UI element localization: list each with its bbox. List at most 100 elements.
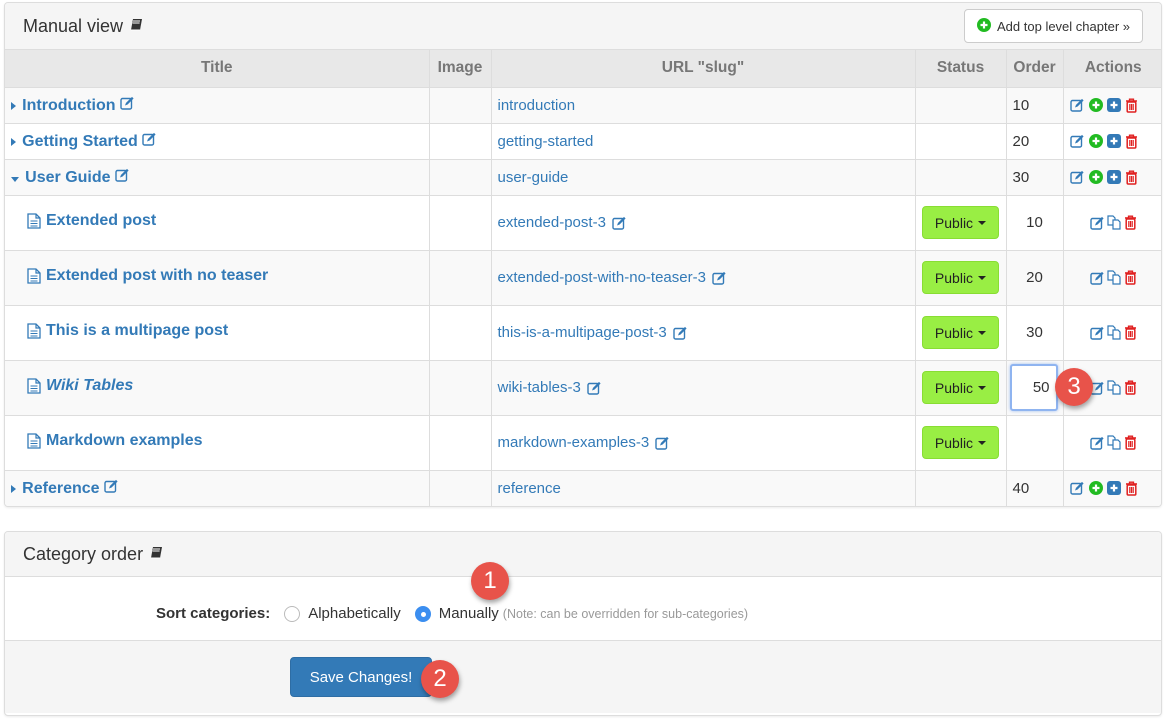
edit-icon[interactable] <box>1090 436 1105 450</box>
caret-down-icon <box>978 330 987 335</box>
edit-icon[interactable] <box>1069 170 1085 184</box>
order-cell: 10 <box>1005 194 1064 251</box>
delete-icon[interactable] <box>1124 380 1137 395</box>
add-sibling-icon[interactable] <box>1106 481 1121 495</box>
order-input[interactable] <box>1009 364 1058 411</box>
chapter-title-link[interactable]: Reference <box>22 480 99 498</box>
delete-icon[interactable] <box>1125 134 1138 149</box>
column-header-image[interactable]: Image <box>428 50 492 88</box>
add-child-icon[interactable] <box>1088 98 1103 112</box>
copy-icon[interactable] <box>1107 435 1122 450</box>
edit-icon[interactable] <box>673 326 688 340</box>
copy-icon[interactable] <box>1107 325 1122 340</box>
delete-icon[interactable] <box>1124 270 1137 285</box>
edit-icon[interactable] <box>142 132 157 146</box>
slug-cell: markdown-examples-3 <box>490 414 916 471</box>
edit-icon[interactable] <box>1069 481 1085 495</box>
slug-link[interactable]: introduction <box>498 97 576 114</box>
post-row: Markdown examples markdown-examples-3 Pu… <box>5 414 1161 471</box>
chapter-title-link[interactable]: Getting Started <box>22 133 138 151</box>
actions-cell <box>1062 194 1161 251</box>
slug-link[interactable]: getting-started <box>498 133 594 150</box>
post-title-link[interactable]: Wiki Tables <box>27 377 133 395</box>
caret-down-icon[interactable] <box>11 176 19 182</box>
chapter-title-link[interactable]: Introduction <box>22 97 115 115</box>
post-title-link[interactable]: Extended post <box>27 212 156 230</box>
delete-icon[interactable] <box>1125 481 1138 496</box>
slug-link[interactable]: extended-post-with-no-teaser-3 <box>498 269 727 286</box>
edit-icon[interactable] <box>1090 326 1105 340</box>
slug-text: wiki-tables-3 <box>497 379 581 396</box>
add-child-icon[interactable] <box>1088 481 1103 495</box>
column-header-title[interactable]: Title <box>5 50 430 88</box>
category-order-panel: Category order Save Changes! <box>4 531 1162 716</box>
delete-icon[interactable] <box>1125 98 1138 113</box>
slug-link[interactable]: this-is-a-multipage-post-3 <box>498 324 688 341</box>
column-header-actions[interactable]: Actions <box>1062 50 1161 88</box>
add-sibling-icon[interactable] <box>1106 98 1121 112</box>
radio-manually[interactable]: Manually <box>414 605 499 622</box>
edit-icon[interactable] <box>655 436 670 450</box>
copy-icon[interactable] <box>1107 380 1122 395</box>
title-cell: Markdown examples <box>5 414 430 471</box>
status-dropdown[interactable]: Public <box>922 261 999 294</box>
add-sibling-icon[interactable] <box>1106 134 1121 148</box>
caret-right-icon[interactable] <box>11 101 16 110</box>
column-header-slug[interactable]: URL "slug" <box>490 50 916 88</box>
post-title-link[interactable]: Extended post with no teaser <box>27 267 268 285</box>
radio-alphabetically-input[interactable] <box>284 605 301 622</box>
column-header-order[interactable]: Order <box>1005 50 1064 88</box>
edit-icon[interactable] <box>587 381 602 395</box>
edit-icon[interactable] <box>1069 98 1085 112</box>
slug-link[interactable]: markdown-examples-3 <box>498 434 671 451</box>
image-cell <box>428 249 492 306</box>
caret-down-icon <box>978 220 987 225</box>
slug-link[interactable]: reference <box>498 480 561 497</box>
edit-icon[interactable] <box>119 96 135 110</box>
status-dropdown[interactable]: Public <box>922 371 999 404</box>
add-child-icon[interactable] <box>1088 134 1103 148</box>
slug-link[interactable]: wiki-tables-3 <box>498 379 602 396</box>
delete-icon[interactable] <box>1124 435 1137 450</box>
slug-cell: extended-post-with-no-teaser-3 <box>490 249 916 306</box>
slug-cell: extended-post-3 <box>490 194 916 251</box>
status-dropdown[interactable]: Public <box>922 206 999 239</box>
plus-circle-icon <box>977 17 992 35</box>
add-top-level-chapter-button[interactable]: Add top level chapter » <box>964 9 1143 43</box>
radio-manually-input[interactable] <box>414 605 431 622</box>
delete-icon[interactable] <box>1124 325 1137 340</box>
status-dropdown[interactable]: Public <box>922 426 999 459</box>
save-changes-button[interactable]: Save Changes! <box>290 657 432 697</box>
column-header-status[interactable]: Status <box>914 50 1007 88</box>
edit-icon[interactable] <box>1069 134 1085 148</box>
status-dropdown[interactable]: Public <box>922 316 999 349</box>
slug-text: this-is-a-multipage-post-3 <box>497 324 667 341</box>
row-actions <box>1070 270 1158 285</box>
copy-icon[interactable] <box>1107 270 1122 285</box>
delete-icon[interactable] <box>1125 170 1138 185</box>
post-title-link[interactable]: Markdown examples <box>27 432 203 450</box>
post-title-link[interactable]: This is a multipage post <box>27 322 228 340</box>
add-sibling-icon[interactable] <box>1106 170 1121 184</box>
caret-right-icon[interactable] <box>11 137 16 146</box>
sort-categories-row: Sort categories: Alphabetically Manually… <box>156 605 748 622</box>
post-title: Extended post <box>46 212 157 229</box>
edit-icon[interactable] <box>1090 216 1105 230</box>
add-child-icon[interactable] <box>1088 170 1103 184</box>
caret-right-icon[interactable] <box>11 484 16 493</box>
delete-icon[interactable] <box>1124 215 1137 230</box>
order-cell: 20 <box>1005 249 1064 306</box>
edit-icon[interactable] <box>104 479 119 493</box>
edit-icon[interactable] <box>1090 271 1105 285</box>
copy-icon[interactable] <box>1107 215 1122 230</box>
edit-icon[interactable] <box>712 271 727 285</box>
edit-icon[interactable] <box>115 168 130 182</box>
category-order-title: Category order <box>23 543 144 564</box>
chapter-title-link[interactable]: User Guide <box>25 169 110 187</box>
edit-icon[interactable] <box>612 216 627 230</box>
slug-link[interactable]: user-guide <box>498 169 569 186</box>
slug-link[interactable]: extended-post-3 <box>498 214 627 231</box>
title-cell: Wiki Tables <box>5 359 430 416</box>
radio-alphabetically[interactable]: Alphabetically <box>284 605 401 622</box>
status-cell <box>914 86 1007 124</box>
